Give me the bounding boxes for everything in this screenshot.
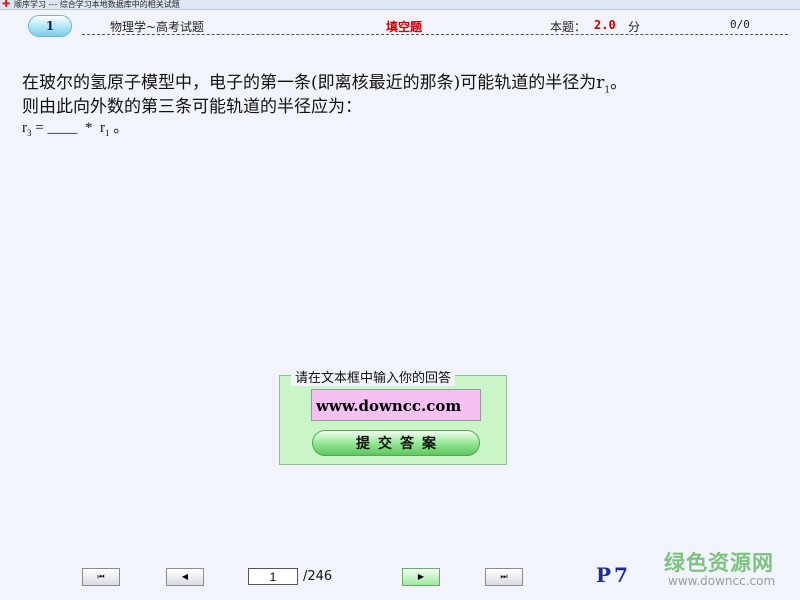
score-unit: 分 bbox=[628, 20, 641, 34]
window-title: 顺序学习 --- 综合学习本地数据库中的相关试题 bbox=[14, 0, 180, 9]
watermark-logo: 绿色资源网 bbox=[664, 551, 774, 575]
first-page-button[interactable]: ⏮ bbox=[82, 568, 120, 586]
submit-answer-button[interactable]: 提交答案 bbox=[312, 430, 480, 456]
question-number-badge: 1 bbox=[28, 15, 72, 37]
page-number-input[interactable] bbox=[248, 568, 298, 585]
subject-label: 物理学~高考试题 bbox=[110, 20, 205, 34]
watermark-url: www.downcc.com bbox=[668, 574, 776, 588]
page-total: /246 bbox=[303, 569, 333, 584]
previous-page-button[interactable]: ◀ bbox=[166, 568, 204, 586]
skip-last-icon: ⏭ bbox=[500, 572, 508, 581]
answer-legend: 请在文本框中输入你的回答 bbox=[291, 367, 456, 386]
last-page-button[interactable]: ⏭ bbox=[485, 568, 523, 586]
answer-input[interactable] bbox=[311, 389, 481, 421]
score-label: 本题： bbox=[550, 20, 587, 34]
arrow-left-icon: ◀ bbox=[181, 572, 189, 581]
arrow-right-icon: ▶ bbox=[417, 572, 425, 581]
score-value: 2.0 bbox=[594, 18, 616, 32]
question-line-2: 则由此向外数的第三条可能轨道的半径应为： bbox=[22, 97, 362, 117]
skip-first-icon: ⏮ bbox=[97, 572, 105, 581]
plus-icon: ✚ bbox=[2, 0, 11, 10]
question-formula: r3 = ____ * r1 。 bbox=[22, 120, 129, 138]
progress-counter: 0/0 bbox=[730, 18, 750, 31]
next-page-button[interactable]: ▶ bbox=[402, 568, 440, 586]
question-type-label: 填空题 bbox=[386, 20, 423, 34]
window-titlebar: ✚ 顺序学习 --- 综合学习本地数据库中的相关试题 bbox=[0, 0, 800, 10]
page-marker: P7 bbox=[596, 563, 631, 587]
